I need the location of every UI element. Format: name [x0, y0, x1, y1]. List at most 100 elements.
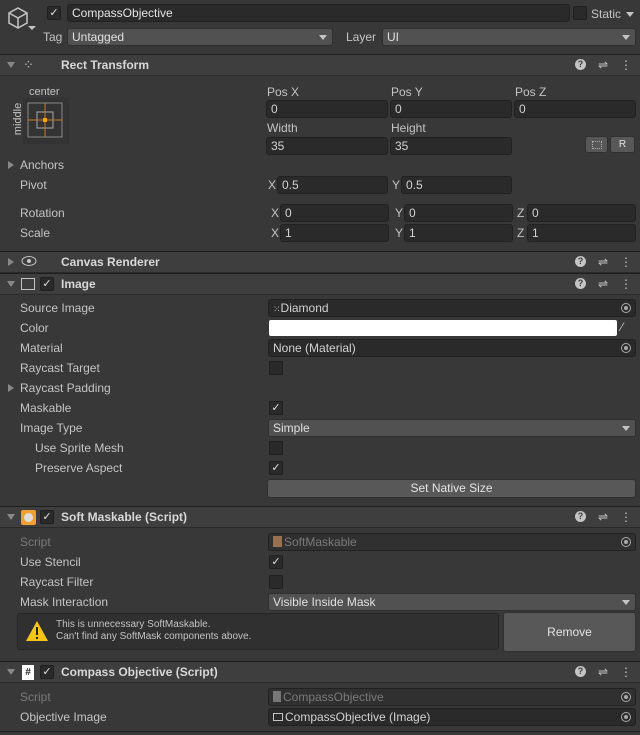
pos-y-input[interactable]: 0: [390, 100, 512, 118]
foldout-arrow-icon[interactable]: [8, 258, 14, 266]
height-input[interactable]: 35: [390, 137, 512, 155]
use-sprite-mesh-checkbox[interactable]: [269, 441, 283, 455]
rot-z-input[interactable]: 0: [527, 204, 636, 222]
rotation-label: Rotation: [20, 206, 65, 220]
more-menu-icon[interactable]: ⋮: [620, 254, 632, 270]
foldout-arrow-icon[interactable]: [7, 281, 15, 287]
blueprint-mode-button[interactable]: [585, 136, 608, 153]
canvas-renderer-header[interactable]: Canvas Renderer ? ⇌ ⋮: [0, 251, 640, 273]
anchor-presets-button[interactable]: [23, 98, 69, 144]
remove-button[interactable]: Remove: [503, 612, 636, 652]
color-swatch[interactable]: [269, 320, 617, 336]
objective-image-field[interactable]: CompassObjective (Image): [268, 708, 636, 726]
layer-label: Layer: [346, 30, 377, 44]
eyedropper-icon[interactable]: ⁄: [621, 320, 623, 334]
tag-value: Untagged: [72, 30, 125, 44]
help-icon[interactable]: ?: [574, 278, 586, 289]
use-stencil-label: Use Stencil: [20, 555, 81, 569]
pivot-x-input[interactable]: 0.5: [277, 176, 388, 194]
help-icon[interactable]: ?: [574, 511, 586, 522]
object-name-input[interactable]: CompassObjective: [67, 4, 570, 22]
soft-maskable-enabled-checkbox[interactable]: ✓: [40, 510, 54, 524]
static-dropdown-arrow[interactable]: [626, 12, 634, 17]
anchors-foldout-icon[interactable]: [8, 161, 14, 169]
mask-interaction-dropdown[interactable]: Visible Inside Mask: [268, 593, 636, 611]
tag-dropdown[interactable]: Untagged: [67, 28, 333, 46]
scale-x-input[interactable]: 1: [280, 224, 389, 242]
image-type-dropdown[interactable]: Simple: [268, 419, 636, 437]
rot-z-label[interactable]: Z: [517, 206, 524, 220]
pos-x-input[interactable]: 0: [266, 100, 388, 118]
scale-z-label[interactable]: Z: [517, 226, 524, 240]
more-menu-icon[interactable]: ⋮: [620, 664, 632, 680]
scale-x-label[interactable]: X: [271, 226, 279, 240]
material-field[interactable]: None (Material): [268, 339, 636, 357]
image-header[interactable]: ✓ Image ? ⇌ ⋮: [0, 273, 640, 295]
presets-icon[interactable]: ⇌: [598, 664, 608, 680]
help-icon[interactable]: ?: [574, 666, 586, 677]
object-picker-icon[interactable]: [621, 343, 631, 353]
raycast-filter-label: Raycast Filter: [20, 575, 94, 589]
more-menu-icon[interactable]: ⋮: [620, 276, 632, 292]
component-title: Soft Maskable (Script): [61, 510, 188, 524]
object-picker-icon[interactable]: [621, 712, 631, 722]
rot-y-label[interactable]: Y: [395, 206, 403, 220]
rot-x-input[interactable]: 0: [280, 204, 389, 222]
pos-x-label: Pos X: [267, 85, 300, 99]
active-checkbox[interactable]: ✓: [47, 6, 61, 20]
object-picker-icon[interactable]: [621, 303, 631, 313]
use-stencil-checkbox[interactable]: ✓: [269, 555, 283, 569]
help-icon[interactable]: ?: [574, 59, 586, 70]
object-picker-icon: [621, 692, 631, 702]
presets-icon[interactable]: ⇌: [598, 57, 608, 73]
pivot-x-label[interactable]: X: [268, 178, 276, 192]
more-menu-icon[interactable]: ⋮: [620, 509, 632, 525]
script-label: Script: [20, 690, 51, 704]
presets-icon[interactable]: ⇌: [598, 509, 608, 525]
compass-objective-header[interactable]: # ✓ Compass Objective (Script) ? ⇌ ⋮: [0, 661, 640, 683]
raycast-filter-checkbox[interactable]: [269, 575, 283, 589]
foldout-arrow-icon[interactable]: [7, 62, 15, 68]
raycast-padding-foldout-icon[interactable]: [8, 384, 14, 392]
pos-z-input[interactable]: 0: [514, 100, 636, 118]
anchor-h-label: center: [29, 86, 60, 98]
presets-icon[interactable]: ⇌: [598, 276, 608, 292]
scale-label: Scale: [20, 226, 51, 240]
image-enabled-checkbox[interactable]: ✓: [40, 277, 54, 291]
rect-transform-header[interactable]: ⁘ Rect Transform ? ⇌ ⋮: [0, 54, 640, 76]
raw-edit-button[interactable]: R: [610, 136, 635, 153]
preserve-aspect-checkbox[interactable]: ✓: [269, 461, 283, 475]
icon-dropdown-arrow[interactable]: [28, 26, 36, 30]
component-title: Image: [61, 277, 96, 291]
more-menu-icon[interactable]: ⋮: [620, 57, 632, 73]
set-native-size-button[interactable]: Set Native Size: [267, 479, 636, 498]
pivot-label: Pivot: [20, 178, 47, 192]
source-image-value: Diamond: [280, 301, 329, 315]
pivot-y-input[interactable]: 0.5: [401, 176, 512, 194]
scale-z-input[interactable]: 1: [527, 224, 636, 242]
foldout-arrow-icon[interactable]: [7, 514, 15, 520]
foldout-arrow-icon[interactable]: [7, 669, 15, 675]
static-checkbox[interactable]: [573, 6, 587, 20]
scale-y-input[interactable]: 1: [404, 224, 513, 242]
compass-objective-enabled-checkbox[interactable]: ✓: [40, 665, 54, 679]
raycast-target-checkbox[interactable]: [269, 361, 283, 375]
component-title: Compass Objective (Script): [61, 665, 218, 679]
raycast-padding-label[interactable]: Raycast Padding: [20, 381, 111, 395]
gameobject-icon[interactable]: [6, 6, 30, 30]
scale-y-label[interactable]: Y: [395, 226, 403, 240]
source-image-field[interactable]: ⁙Diamond: [268, 299, 636, 317]
csharp-script-icon: #: [22, 665, 34, 680]
rot-y-input[interactable]: 0: [404, 204, 513, 222]
presets-icon[interactable]: ⇌: [598, 254, 608, 270]
width-input[interactable]: 35: [266, 137, 388, 155]
material-value: None (Material): [273, 341, 356, 355]
layer-dropdown[interactable]: UI: [382, 28, 636, 46]
rot-x-label[interactable]: X: [271, 206, 279, 220]
help-icon[interactable]: ?: [574, 256, 586, 267]
anchors-label[interactable]: Anchors: [20, 158, 64, 172]
maskable-checkbox[interactable]: ✓: [269, 401, 283, 415]
soft-maskable-header[interactable]: ✓ Soft Maskable (Script) ? ⇌ ⋮: [0, 506, 640, 528]
pivot-y-label[interactable]: Y: [392, 178, 400, 192]
script-label: Script: [20, 535, 51, 549]
